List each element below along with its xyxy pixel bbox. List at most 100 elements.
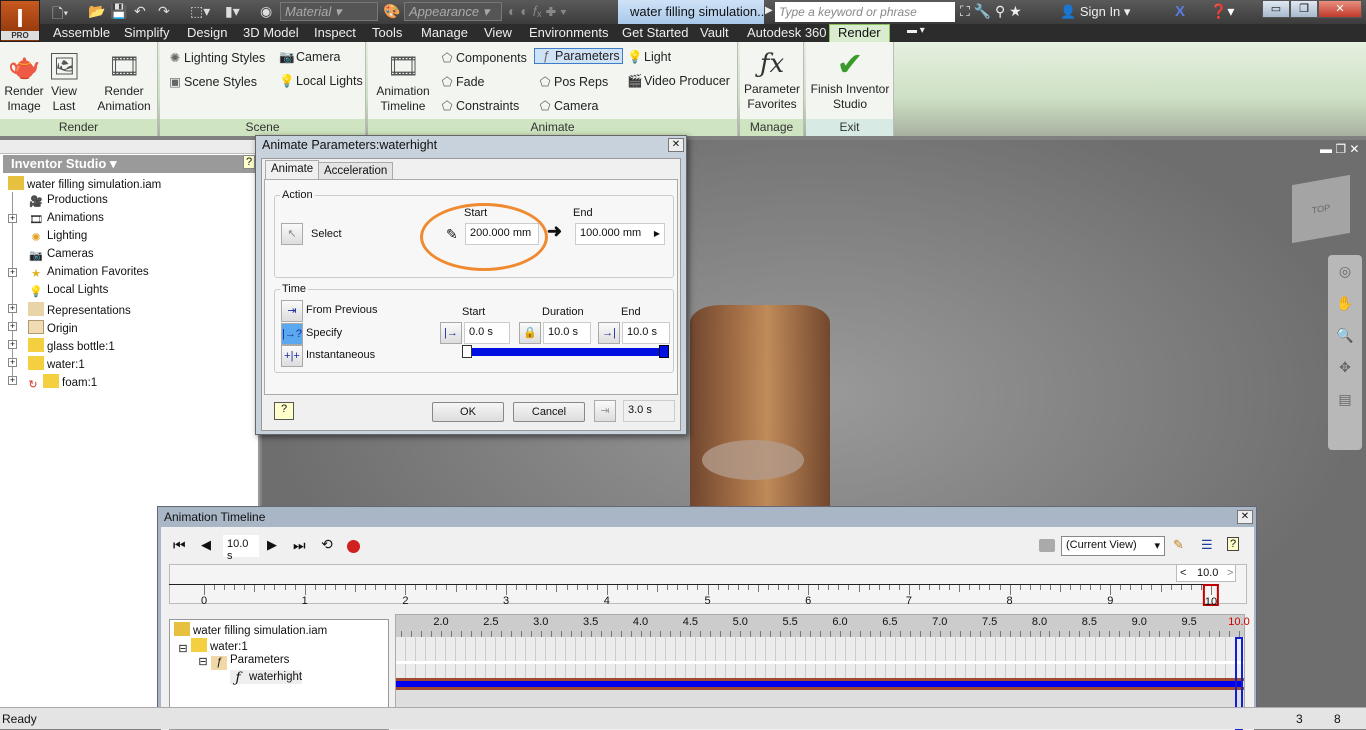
finish-inventor-studio-button[interactable]: ✔ Finish Inventor Studio	[808, 48, 892, 112]
parameter-action-bar[interactable]	[396, 681, 1243, 687]
tree-item-local-lights[interactable]: 💡 Local Lights	[28, 284, 108, 299]
tree-item-glass-bottle[interactable]: glass bottle:1	[28, 338, 115, 353]
expand-toggle[interactable]: +	[8, 358, 17, 367]
tab-render[interactable]: Render	[829, 24, 890, 42]
select-button[interactable]: ↖	[281, 223, 303, 245]
dialog-close-button[interactable]: ✕	[668, 138, 684, 152]
expand-toggle[interactable]: +	[8, 340, 17, 349]
fade-button[interactable]: ⬠ Fade	[438, 74, 485, 89]
material-dropdown[interactable]: Material ▾	[280, 2, 378, 21]
view-cube[interactable]: TOP	[1292, 174, 1350, 244]
tree-item-cameras[interactable]: 📷 Cameras	[28, 248, 94, 263]
undo-icon[interactable]: ↶	[134, 3, 146, 20]
tab-environments[interactable]: Environments	[529, 25, 608, 40]
slider-end-handle[interactable]	[659, 345, 669, 358]
collapse-toggle[interactable]: ⊟	[198, 655, 208, 669]
expand-toggle[interactable]: +	[8, 322, 17, 331]
redo-icon[interactable]: ↷	[158, 3, 170, 20]
specify-button[interactable]: |→?	[281, 323, 303, 345]
binoculars-icon[interactable]: ⛶ 🔧 ⚲ ★	[960, 3, 1022, 20]
slider-start-handle[interactable]	[462, 345, 472, 358]
open-icon[interactable]: 📂	[88, 3, 105, 20]
current-time-field[interactable]: 10.0 s	[223, 535, 259, 562]
exchange-icon[interactable]: X	[1175, 3, 1185, 20]
render-animation-button[interactable]: 🎞 Render Animation	[92, 50, 156, 114]
parameters-qa-icon[interactable]: ◐ ◐ 𝑓ₓ ✚ ▾	[508, 3, 567, 20]
timeline-tree-parameters[interactable]: ⊟ ƒ Parameters	[198, 654, 289, 670]
play-icon[interactable]: ▶	[267, 537, 277, 553]
tree-item-foam[interactable]: ↻ foam:1	[26, 374, 97, 392]
scene-styles-button[interactable]: ▣ Scene Styles	[166, 74, 257, 89]
tab-get-started[interactable]: Get Started	[622, 25, 688, 40]
tab-inspect[interactable]: Inspect	[314, 25, 356, 40]
components-button[interactable]: ⬠ Components	[438, 50, 527, 65]
play-reverse-icon[interactable]: ◀	[201, 537, 211, 553]
pos-reps-button[interactable]: ⬠ Pos Reps	[536, 74, 609, 89]
help-icon[interactable]: ❓▾	[1210, 3, 1234, 20]
local-lights-button[interactable]: 💡Local Lights	[278, 74, 363, 89]
end-value-field[interactable]: 100.000 mm ▶	[575, 223, 665, 245]
light-button[interactable]: 💡Light	[626, 50, 671, 65]
tab-view[interactable]: View	[484, 25, 512, 40]
tree-item-assembly[interactable]: water filling simulation.iam	[8, 176, 161, 191]
tab-autodesk-360[interactable]: Autodesk 360	[747, 25, 827, 40]
tree-item-origin[interactable]: Origin	[28, 320, 78, 335]
select-icon[interactable]: ⬚▾	[190, 3, 210, 20]
close-button[interactable]: ✕	[1318, 0, 1362, 18]
duration-lock-button[interactable]: 🔒	[519, 322, 541, 344]
browser-header[interactable]: Inventor Studio ▾	[3, 155, 258, 173]
parameter-favorites-button[interactable]: ƒx Parameter Favorites	[742, 48, 802, 112]
time-range-slider[interactable]	[467, 348, 667, 356]
cancel-button[interactable]: Cancel	[513, 402, 585, 422]
animation-timeline-button[interactable]: 🎞 Animation Timeline	[372, 50, 434, 114]
tab-vault[interactable]: Vault	[700, 25, 729, 40]
sign-in-button[interactable]: 👤 Sign In ▾	[1060, 4, 1130, 20]
tab-design[interactable]: Design	[187, 25, 227, 40]
lighting-styles-button[interactable]: ✺ Lighting Styles	[166, 50, 266, 65]
tab-manage[interactable]: Manage	[421, 25, 468, 40]
expand-toggle[interactable]: +	[8, 304, 17, 313]
animation-options-icon[interactable]: ✎	[1173, 537, 1184, 553]
application-menu-button[interactable]: I PRO	[0, 0, 40, 42]
collapse-toggle[interactable]: ⊟	[178, 642, 188, 656]
scroll-next-button[interactable]: >	[1227, 567, 1233, 579]
repeat-icon[interactable]: ⟲	[321, 536, 333, 553]
camera-dropdown[interactable]: (Current View) ▾	[1061, 536, 1165, 556]
tab-animate[interactable]: Animate	[265, 160, 320, 180]
end-time-field[interactable]: 10.0 s	[622, 322, 670, 344]
navigation-bar[interactable]: ◎ ✋ 🔍 ✥ ▤	[1328, 255, 1362, 450]
render-image-button[interactable]: 🫖 Render Image	[2, 50, 46, 114]
scroll-prev-button[interactable]: <	[1180, 567, 1186, 579]
expand-arrow-icon[interactable]: ▶	[654, 229, 660, 238]
help-button[interactable]: ?	[274, 402, 294, 420]
scene-camera-button[interactable]: 📷Camera	[278, 50, 340, 65]
instantaneous-button[interactable]: +|+	[281, 345, 303, 367]
tab-tools[interactable]: Tools	[372, 25, 402, 40]
record-button[interactable]	[347, 540, 360, 553]
tab-acceleration[interactable]: Acceleration	[318, 162, 394, 180]
restore-button[interactable]: ❐	[1290, 0, 1318, 18]
minimize-button[interactable]: ▭	[1262, 0, 1290, 18]
tree-item-productions[interactable]: 🎥 Productions	[28, 194, 108, 209]
save-icon[interactable]: 💾	[110, 3, 127, 20]
viewport-window-controls[interactable]: ▬ ❐ ✕	[1320, 142, 1359, 156]
tree-item-lighting[interactable]: ✺ Lighting	[28, 230, 87, 245]
tab-3d-model[interactable]: 3D Model	[243, 25, 299, 40]
tree-item-representations[interactable]: Representations	[28, 302, 131, 317]
search-input[interactable]: Type a keyword or phrase	[775, 2, 955, 22]
expand-toggle[interactable]: +	[8, 268, 17, 277]
preview-button[interactable]: ⇥	[594, 400, 616, 422]
go-to-start-icon[interactable]: ⏮	[173, 537, 186, 554]
tab-assemble[interactable]: Assemble	[53, 25, 110, 40]
duration-field[interactable]: 10.0 s	[543, 322, 591, 344]
timeline-close-button[interactable]: ✕	[1237, 510, 1253, 524]
from-previous-button[interactable]: ⇥	[281, 300, 303, 322]
tree-item-water[interactable]: water:1	[28, 356, 85, 371]
start-time-field[interactable]: 0.0 s	[464, 322, 510, 344]
end-time-button[interactable]: →|	[598, 322, 620, 344]
tree-item-animations[interactable]: 🎞 Animations	[28, 212, 104, 227]
constraints-button[interactable]: ⬠ Constraints	[438, 98, 520, 113]
material-icon[interactable]: ◉	[260, 3, 272, 20]
expand-arrow-icon[interactable]: ▶	[765, 5, 773, 16]
ribbon-display-icon[interactable]: ▬ ▾	[907, 25, 925, 36]
